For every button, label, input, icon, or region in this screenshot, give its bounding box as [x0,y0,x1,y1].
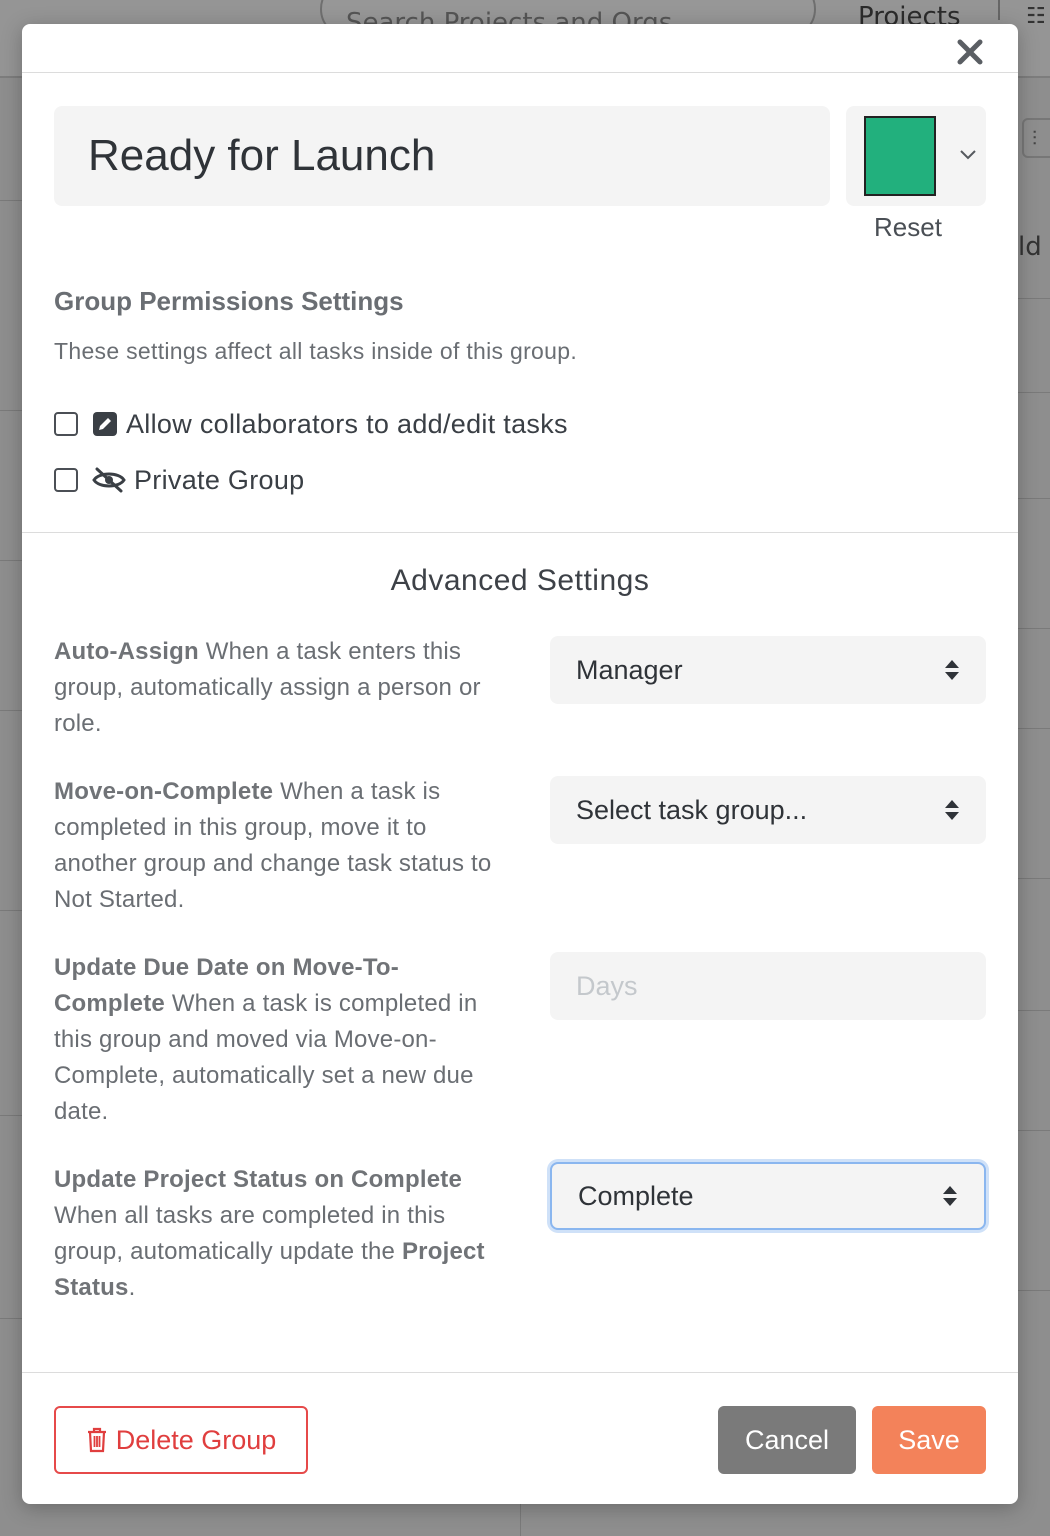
update-project-status-period: . [128,1274,136,1301]
background-separator [998,0,1000,20]
group-name-input[interactable] [54,106,830,206]
delete-group-label: Delete Group [115,1424,277,1455]
background-divider [0,1115,22,1116]
background-partial-text: ld [1018,232,1042,262]
background-divider [1018,1130,1050,1131]
advanced-settings-title: Advanced Settings [390,564,650,597]
auto-assign-label: Auto-Assign [54,638,199,665]
project-status-value: Complete [578,1180,694,1211]
sort-arrows-icon [943,1186,957,1206]
background-divider [1018,298,1050,299]
private-group-row[interactable]: Private Group [54,462,304,498]
move-on-complete-select[interactable]: Select task group... [550,776,986,844]
eye-slash-icon [92,467,126,493]
background-divider [1018,878,1050,879]
permissions-title: Group Permissions Settings [54,286,404,316]
update-due-date-description: Update Due Date on Move-To-Complete When… [54,950,494,1130]
background-divider [1018,728,1050,729]
background-divider [0,710,22,711]
delete-group-button[interactable]: Delete Group [54,1406,308,1474]
auto-assign-select[interactable]: Manager [550,636,986,704]
allow-collaborators-checkbox[interactable] [54,412,78,436]
edit-icon [92,411,118,437]
sort-arrows-icon [945,800,959,820]
background-divider [0,200,22,201]
allow-collaborators-label: Allow collaborators to add/edit tasks [126,408,568,439]
days-input[interactable] [550,952,986,1020]
background-divider [1018,628,1050,629]
reset-color-button[interactable]: Reset [846,212,970,243]
chevron-down-icon [960,150,976,160]
background-divider [1018,392,1050,393]
update-project-status-label: Update Project Status on Complete [54,1166,462,1193]
move-on-complete-value: Select task group... [576,794,808,825]
private-group-checkbox[interactable] [54,468,78,492]
background-divider [0,1318,22,1319]
close-icon[interactable] [952,34,988,70]
private-group-label: Private Group [134,464,305,495]
section-divider [22,532,1018,533]
project-status-select[interactable]: Complete [550,1162,986,1230]
background-divider [0,560,22,561]
cancel-button[interactable]: Cancel [718,1406,856,1474]
permissions-description: These settings affect all tasks inside o… [54,338,578,364]
checklist-icon: ☷ [1026,4,1046,29]
trash-icon [87,1427,106,1453]
color-picker-dropdown[interactable] [846,106,986,206]
move-on-complete-description: Move-on-Complete When a task is complete… [54,774,494,918]
background-divider [1018,1290,1050,1291]
filter-icon: ⫶ [1022,118,1050,158]
allow-collaborators-row[interactable]: Allow collaborators to add/edit tasks [54,406,568,442]
auto-assign-description: Auto-Assign When a task enters this grou… [54,634,494,742]
save-button[interactable]: Save [872,1406,986,1474]
update-project-status-text: When all tasks are completed in this gro… [54,1202,446,1265]
footer-divider [22,1372,1018,1373]
background-divider [0,410,22,411]
update-project-status-description: Update Project Status on Complete When a… [54,1162,514,1306]
background-divider [1018,498,1050,499]
auto-assign-value: Manager [576,654,683,685]
move-on-complete-label: Move-on-Complete [54,778,274,805]
modal-header [22,24,1018,73]
sort-arrows-icon [945,660,959,680]
edit-group-modal: Reset Group Permissions Settings These s… [22,24,1018,1504]
background-divider [520,1500,521,1536]
background-divider [1018,1010,1050,1011]
background-divider [0,910,22,911]
color-swatch [864,116,936,196]
